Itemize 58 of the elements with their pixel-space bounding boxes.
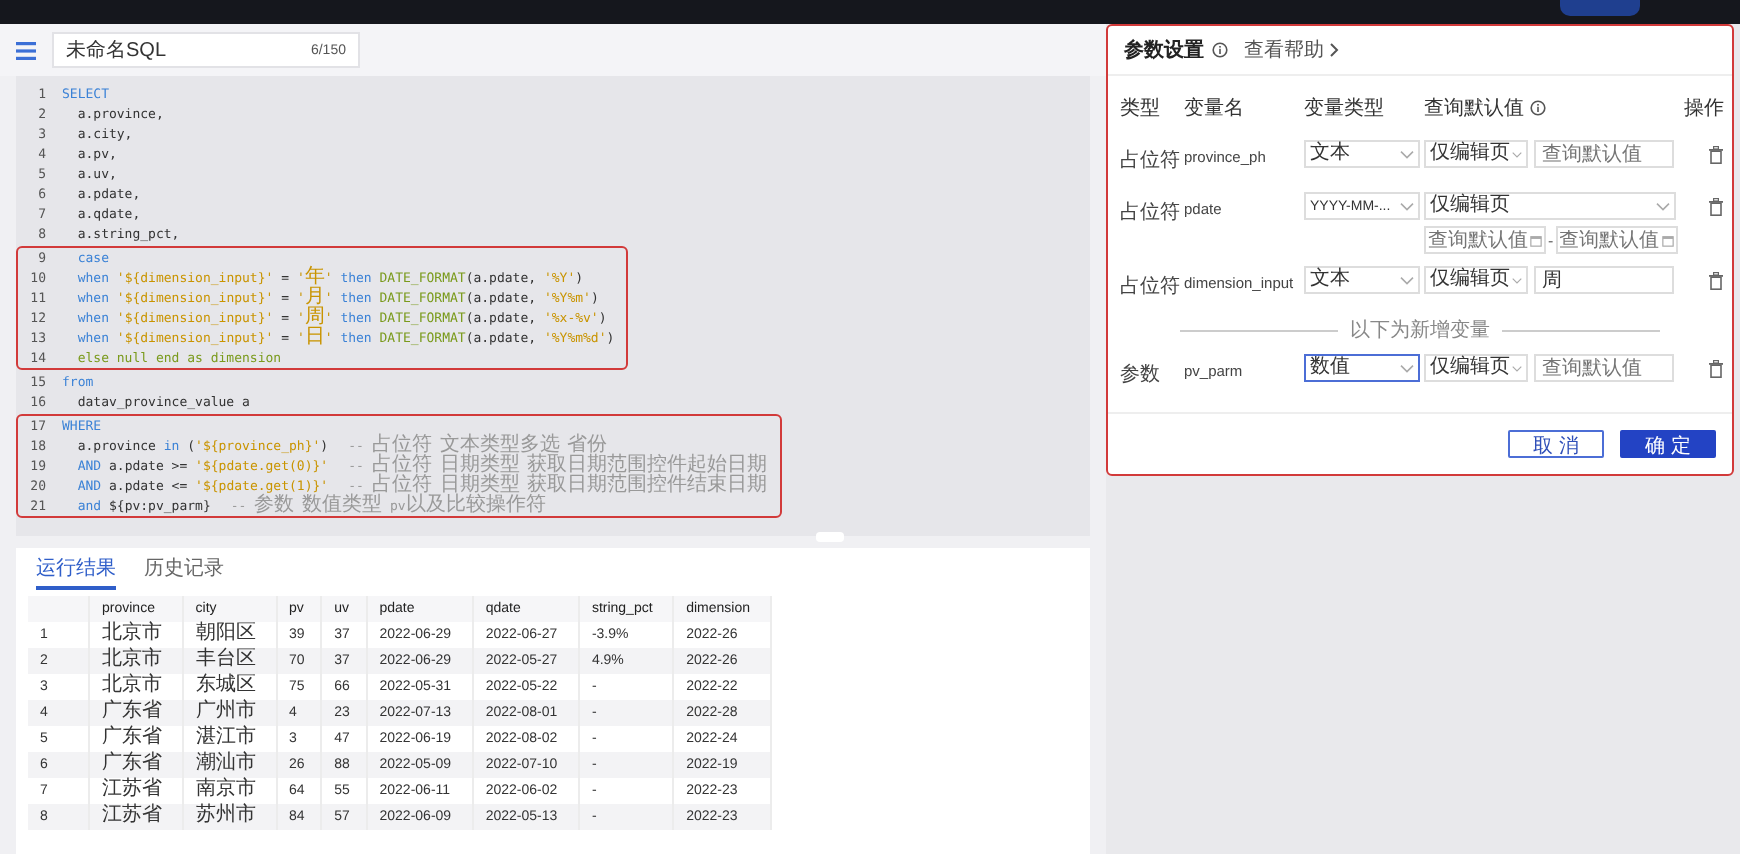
trash-icon[interactable] [1708, 360, 1724, 378]
cancel-button[interactable]: 取 消 [1508, 430, 1604, 458]
range-separator: - [1548, 231, 1554, 249]
calendar-icon [1661, 233, 1674, 247]
default-value-field[interactable]: 查询默认值 [1534, 354, 1674, 382]
collapse-handle-icon[interactable] [816, 532, 844, 542]
variable-type: 占位符 [1120, 273, 1180, 300]
name-input[interactable]: 未命名SQL [66, 39, 226, 61]
column-header: 查询默认值 [1424, 95, 1524, 122]
variable-type: 占位符 [1120, 199, 1180, 226]
chevron-icon [1656, 201, 1670, 211]
menu-icon[interactable] [16, 41, 36, 59]
column-header: 类型 [1120, 95, 1162, 122]
result-tab[interactable]: 历史记录 [144, 552, 224, 590]
mode-select[interactable]: 仅编辑页 [1424, 354, 1528, 382]
chevron-icon [1512, 149, 1522, 159]
type-select[interactable]: 文本 [1304, 140, 1420, 168]
start-date-field[interactable]: 查询默认值 [1424, 226, 1546, 254]
section-divider-label: 以下为新增变量 [1350, 317, 1490, 344]
mode-select[interactable]: 仅编辑页 [1424, 192, 1676, 220]
table-cell: 广东省 [89, 752, 183, 778]
default-value-field[interactable]: 查询默认值 [1534, 140, 1674, 168]
help-link[interactable]: 查看帮助 [1244, 36, 1340, 64]
panel-title: 参数设置 [1124, 37, 1204, 64]
table-cell: 北京市 [89, 648, 183, 674]
type-select[interactable]: 数值 [1304, 354, 1420, 382]
chevron-icon [1400, 275, 1414, 285]
table-cell: 江苏省 [89, 804, 183, 830]
type-select[interactable]: 文本 [1304, 266, 1420, 294]
mode-select[interactable]: 仅编辑页 [1424, 140, 1528, 168]
trash-icon[interactable] [1708, 146, 1724, 164]
chevron-icon [1400, 363, 1414, 373]
table-cell: 广东省 [89, 700, 183, 726]
end-date-field[interactable]: 查询默认值 [1555, 226, 1678, 254]
chevron-icon [1400, 149, 1414, 159]
calendar-icon [1530, 233, 1542, 247]
default-value-field[interactable]: 周 [1534, 266, 1674, 294]
table-cell: 广州市 [182, 700, 277, 726]
trash-icon[interactable] [1708, 272, 1724, 290]
confirm-button[interactable]: 确 定 [1620, 430, 1716, 458]
table-cell: 苏州市 [182, 804, 277, 830]
chevron-icon [1400, 201, 1414, 211]
variable-type: 参数 [1120, 361, 1162, 388]
trash-icon[interactable] [1708, 198, 1724, 216]
column-header: 操作 [1682, 96, 1724, 122]
table-cell: 丰台区 [182, 648, 277, 674]
code-editor[interactable] [16, 76, 1090, 536]
column-header: 变量类型 [1304, 95, 1386, 122]
variable-type: 占位符 [1120, 147, 1180, 174]
chevron-icon [1512, 363, 1522, 373]
info-icon[interactable] [1212, 42, 1228, 58]
chevron-icon [1328, 42, 1340, 58]
table-cell: 潮汕市 [182, 752, 277, 778]
chevron-icon [1512, 275, 1522, 285]
info-icon[interactable] [1530, 100, 1546, 116]
column-header: 变量名 [1184, 95, 1246, 122]
result-tab[interactable]: 运行结果 [36, 552, 116, 590]
mode-select[interactable]: 仅编辑页 [1424, 266, 1528, 294]
